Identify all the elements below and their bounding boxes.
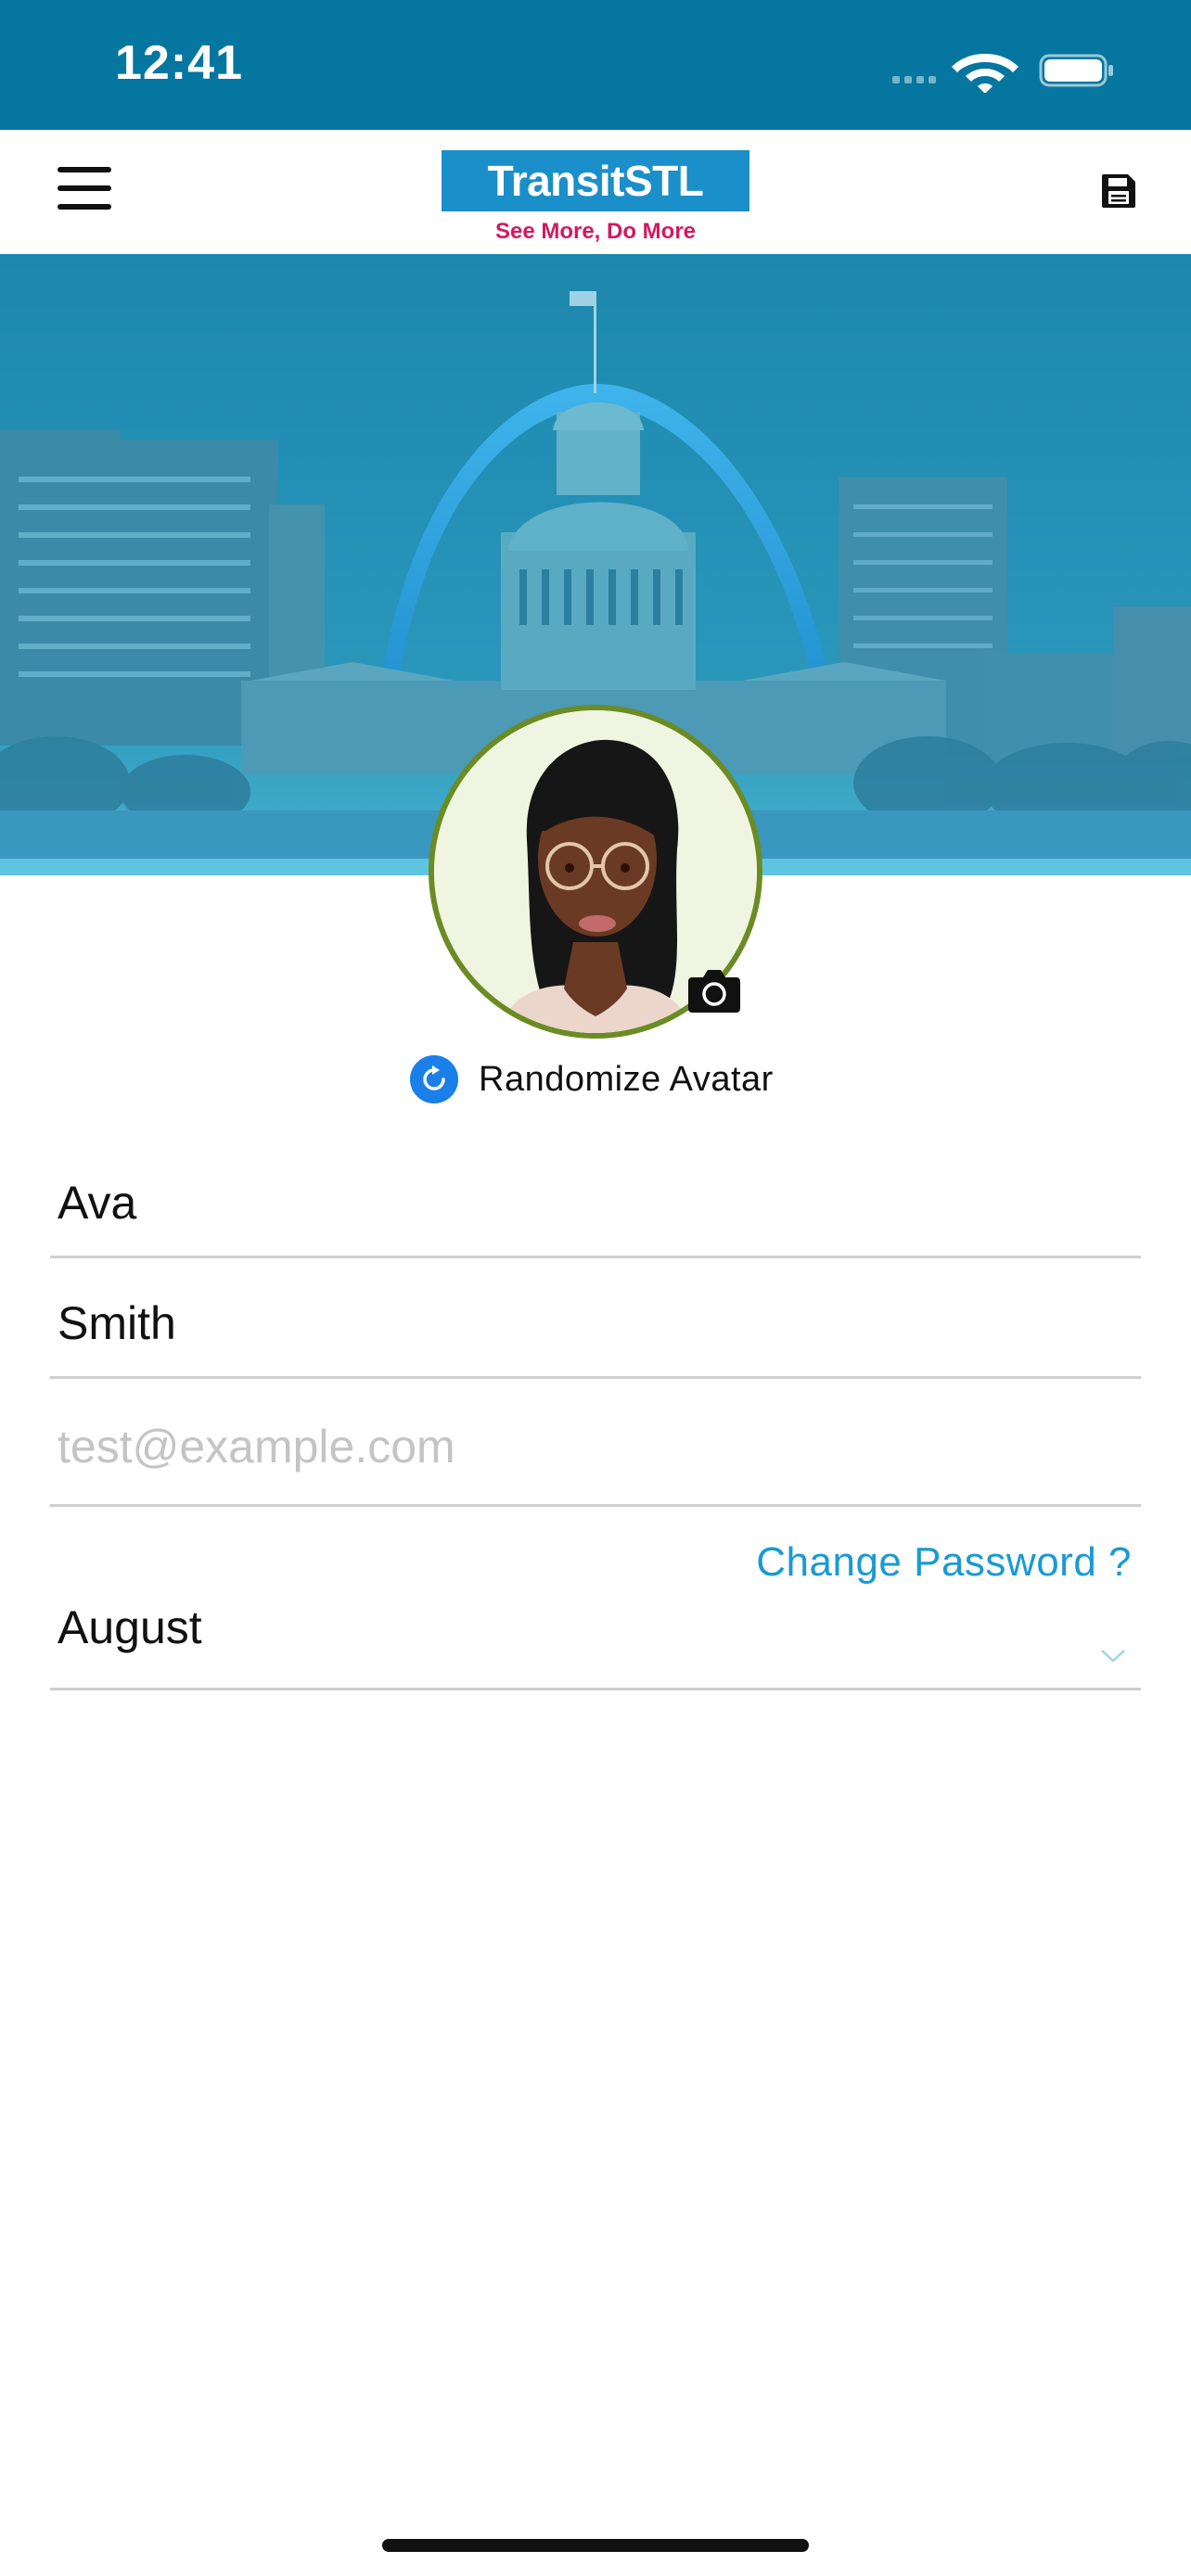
first-name-input[interactable] <box>50 1150 1124 1256</box>
signal-icon <box>892 76 936 83</box>
status-icons <box>892 54 1113 93</box>
chevron-down-icon <box>1101 1650 1125 1663</box>
email-input[interactable] <box>50 1389 1124 1504</box>
battery-icon <box>1039 54 1113 87</box>
camera-icon[interactable] <box>686 966 742 1016</box>
email-field <box>50 1389 1141 1507</box>
birth-month-select[interactable]: August <box>50 1595 1141 1690</box>
randomize-avatar-button[interactable]: Randomize Avatar <box>410 1053 774 1105</box>
last-name-input[interactable] <box>50 1270 1124 1376</box>
status-bar: 12:41 <box>0 0 1191 130</box>
logo-tagline: See More, Do More <box>494 219 697 244</box>
hamburger-menu-icon[interactable] <box>58 167 121 219</box>
change-password-link[interactable]: Change Password ? <box>756 1539 1132 1586</box>
wifi-icon <box>952 54 1018 93</box>
first-name-field <box>50 1150 1141 1258</box>
profile-avatar[interactable] <box>429 705 762 1039</box>
birth-month-value: August <box>58 1601 202 1653</box>
floppy-disk-icon[interactable] <box>1100 172 1137 210</box>
status-time: 12:41 <box>115 36 243 90</box>
app-logo: TransitSTL <box>442 150 749 211</box>
randomize-avatar-label: Randomize Avatar <box>479 1059 774 1099</box>
refresh-icon <box>410 1055 458 1103</box>
last-name-field <box>50 1270 1141 1379</box>
home-indicator <box>382 2539 809 2552</box>
app-header: TransitSTL See More, Do More <box>0 130 1191 254</box>
